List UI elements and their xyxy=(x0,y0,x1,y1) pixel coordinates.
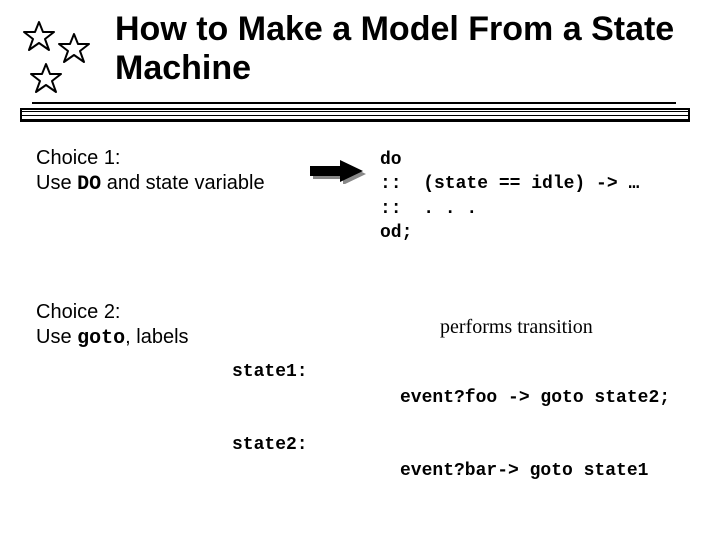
choice-2-pre: Use xyxy=(36,326,77,348)
state-labels: state1: state2: xyxy=(232,360,308,457)
state2-label: state2: xyxy=(232,435,308,455)
choice-2-mono: goto xyxy=(77,327,125,350)
choice-1-pre: Use xyxy=(36,172,77,194)
event1-line: event?foo -> goto state2; xyxy=(400,388,670,408)
event2-line: event?bar-> goto state1 xyxy=(400,461,648,481)
choice-1-post: and state variable xyxy=(101,172,264,194)
title-underline-accent xyxy=(32,102,676,104)
slide: How to Make a Model From a State Machine… xyxy=(0,0,720,540)
choice-1-code: do :: (state == idle) -> … :: . . . od; xyxy=(380,148,639,245)
code1-l2: :: (state == idle) -> … xyxy=(380,174,639,194)
code1-l1: do xyxy=(380,150,402,170)
choice-1-heading: Choice 1: xyxy=(36,146,265,171)
stars-decoration xyxy=(18,20,104,106)
choice-1-mono: DO xyxy=(77,173,101,196)
performs-transition-text: performs transition xyxy=(440,316,593,339)
title-underline-bar xyxy=(20,108,690,122)
event-lines: event?foo -> goto state2; event?bar-> go… xyxy=(400,386,670,483)
choice-2-heading: Choice 2: xyxy=(36,300,189,325)
choice-2-text: Choice 2: Use goto, labels xyxy=(36,300,189,351)
state1-label: state1: xyxy=(232,362,308,382)
code1-l3: :: . . . xyxy=(380,199,477,219)
choice-2-line: Use goto, labels xyxy=(36,325,189,351)
choice-2-post: , labels xyxy=(125,326,188,348)
code1-l4: od; xyxy=(380,223,412,243)
arrow-icon xyxy=(308,158,366,184)
choice-1-line: Use DO and state variable xyxy=(36,171,265,197)
choice-1-text: Choice 1: Use DO and state variable xyxy=(36,146,265,197)
page-title: How to Make a Model From a State Machine xyxy=(115,10,695,88)
